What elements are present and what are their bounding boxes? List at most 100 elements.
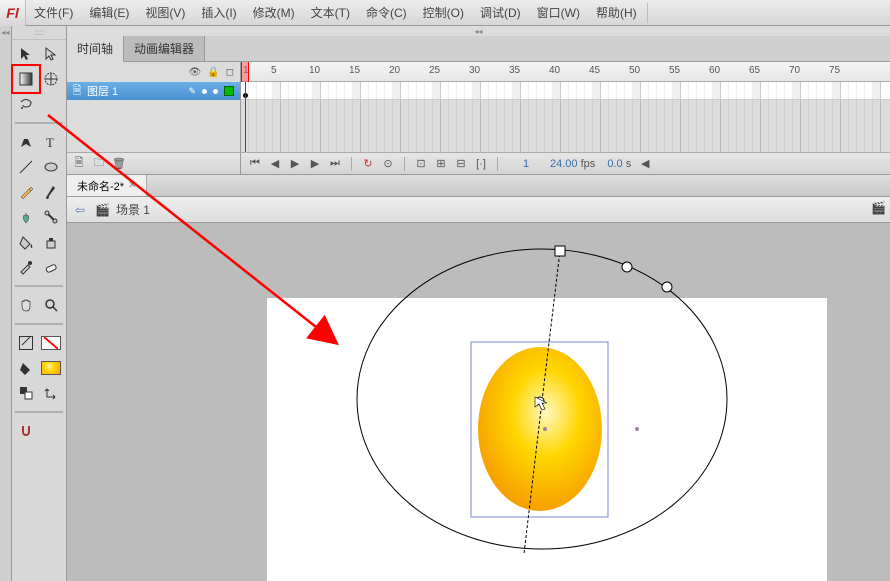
scene-icon: 🎬 xyxy=(95,203,110,217)
ruler-tick: 60 xyxy=(709,65,720,76)
frame-ruler[interactable]: 151015202530354045505560657075 xyxy=(241,62,890,82)
timeline-panel: ◂◂ 时间轴 动画编辑器 👁 🔒 ◻ 🗎 图层 1 ✎ xyxy=(67,26,890,175)
ruler-tick: 20 xyxy=(389,65,400,76)
layer-icon: 🗎 xyxy=(71,85,83,97)
canvas[interactable] xyxy=(267,298,827,581)
menu-window[interactable]: 窗口(W) xyxy=(529,0,588,25)
subselection-tool[interactable] xyxy=(40,43,62,65)
current-frame-value: 1 xyxy=(512,158,540,170)
loop-button[interactable]: ↻ xyxy=(360,156,376,172)
lasso-tool[interactable] xyxy=(15,93,37,115)
frames-area[interactable]: 151015202530354045505560657075 xyxy=(241,62,890,152)
svg-text:T: T xyxy=(46,135,54,150)
menu-commands[interactable]: 命令(C) xyxy=(358,0,415,25)
eyedropper-tool[interactable] xyxy=(15,256,37,278)
swap-colors-tool[interactable] xyxy=(15,382,37,404)
stroke-color-tool[interactable] xyxy=(15,332,37,354)
time-value: 0.0 s xyxy=(605,158,633,170)
menu-help[interactable]: 帮助(H) xyxy=(588,0,645,25)
tools-grip[interactable]: :::: xyxy=(12,26,66,40)
scene-label: 场景 1 xyxy=(116,201,150,218)
ruler-tick: 35 xyxy=(509,65,520,76)
ruler-tick: 70 xyxy=(789,65,800,76)
timeline-tabs: 时间轴 动画编辑器 xyxy=(67,36,890,62)
selection-tool[interactable] xyxy=(15,43,37,65)
stroke-color-chip[interactable] xyxy=(40,332,62,354)
dock-strip[interactable]: ◂◂ xyxy=(0,26,12,581)
oval-tool[interactable] xyxy=(40,156,62,178)
ruler-tick: 5 xyxy=(271,65,277,76)
layer-row[interactable]: 🗎 图层 1 ✎ xyxy=(67,82,240,100)
fill-color-tool[interactable] xyxy=(15,357,37,379)
tab-anim-editor[interactable]: 动画编辑器 xyxy=(124,36,205,61)
keyframe-dot[interactable] xyxy=(243,93,248,98)
menu-insert[interactable]: 插入(I) xyxy=(193,0,244,25)
gradient-width-handle[interactable] xyxy=(622,262,632,272)
onion-outlines-button[interactable]: ⊞ xyxy=(433,156,449,172)
next-frame-button[interactable]: ▶ xyxy=(307,156,323,172)
menu-view[interactable]: 视图(V) xyxy=(137,0,193,25)
last-frame-button[interactable]: ⏭ xyxy=(327,156,343,172)
onion-markers-button[interactable]: [·] xyxy=(473,156,489,172)
close-document-icon[interactable]: ✕ xyxy=(128,180,136,191)
layer-pencil-icon[interactable]: ✎ xyxy=(188,86,196,97)
layer-outline-chip[interactable] xyxy=(224,86,234,96)
visibility-header-icon[interactable]: 👁 xyxy=(189,67,202,78)
brush-tool[interactable] xyxy=(40,181,62,203)
ruler-tick: 55 xyxy=(669,65,680,76)
pen-tool[interactable] xyxy=(15,131,37,153)
eraser-tool[interactable] xyxy=(40,256,62,278)
ruler-tick: 75 xyxy=(829,65,840,76)
frames-row[interactable] xyxy=(241,82,890,100)
ruler-tick: 50 xyxy=(629,65,640,76)
menubar: Fl 文件(F) 编辑(E) 视图(V) 插入(I) 修改(M) 文本(T) 命… xyxy=(0,0,890,26)
menu-file[interactable]: 文件(F) xyxy=(26,0,81,25)
menu-control[interactable]: 控制(O) xyxy=(415,0,472,25)
stage[interactable] xyxy=(67,223,890,581)
fill-color-chip[interactable] xyxy=(40,357,62,379)
gradient-transform-tool[interactable] xyxy=(15,68,37,90)
separator xyxy=(15,285,63,287)
gradient-scale-handle[interactable] xyxy=(555,246,565,256)
onion-skin-button[interactable]: ⊙ xyxy=(380,156,396,172)
menu-debug[interactable]: 调试(D) xyxy=(472,0,529,25)
menu-edit[interactable]: 编辑(E) xyxy=(81,0,137,25)
outline-header-icon[interactable]: ◻ xyxy=(226,67,234,78)
pencil-tool[interactable] xyxy=(15,181,37,203)
hand-tool[interactable] xyxy=(15,294,37,316)
new-layer-button[interactable]: 🗎 xyxy=(71,156,87,172)
layer-lock-dot[interactable] xyxy=(213,89,218,94)
text-tool[interactable]: T xyxy=(40,131,62,153)
timeline-scroll-left[interactable]: ◀ xyxy=(637,156,653,172)
deco-tool[interactable] xyxy=(15,206,37,228)
default-colors-tool[interactable] xyxy=(40,382,62,404)
play-button[interactable]: ▶ xyxy=(287,156,303,172)
menu-modify[interactable]: 修改(M) xyxy=(245,0,303,25)
lock-header-icon[interactable]: 🔒 xyxy=(207,67,219,78)
center-frame-button[interactable]: ⊡ xyxy=(413,156,429,172)
first-frame-button[interactable]: ⏮ xyxy=(247,156,263,172)
ink-bottle-tool[interactable] xyxy=(40,231,62,253)
timeline-grip[interactable]: ◂◂ xyxy=(67,26,890,36)
paint-bucket-tool[interactable] xyxy=(15,231,37,253)
new-folder-button[interactable]: 🗀 xyxy=(91,156,107,172)
back-button[interactable]: ⇦ xyxy=(71,201,89,219)
bone-tool[interactable] xyxy=(40,206,62,228)
transform-tool[interactable] xyxy=(40,68,62,90)
snap-tool[interactable] xyxy=(15,420,37,442)
ruler-tick: 40 xyxy=(549,65,560,76)
delete-layer-button[interactable]: 🗑 xyxy=(111,156,127,172)
prev-frame-button[interactable]: ◀ xyxy=(267,156,283,172)
edit-scene-icon[interactable]: 🎬 xyxy=(871,201,886,215)
layer-visible-dot[interactable] xyxy=(202,89,207,94)
ruler-tick: 10 xyxy=(309,65,320,76)
document-tab[interactable]: 未命名-2* ✕ xyxy=(67,175,147,196)
tab-timeline[interactable]: 时间轴 xyxy=(67,36,124,62)
zoom-tool[interactable] xyxy=(40,294,62,316)
main-area: ◂◂ 时间轴 动画编辑器 👁 🔒 ◻ 🗎 图层 1 ✎ xyxy=(67,26,890,581)
gradient-rotate-handle[interactable] xyxy=(662,282,672,292)
line-tool[interactable] xyxy=(15,156,37,178)
menu-text[interactable]: 文本(T) xyxy=(303,0,358,25)
separator xyxy=(15,323,63,325)
edit-multiple-button[interactable]: ⊟ xyxy=(453,156,469,172)
